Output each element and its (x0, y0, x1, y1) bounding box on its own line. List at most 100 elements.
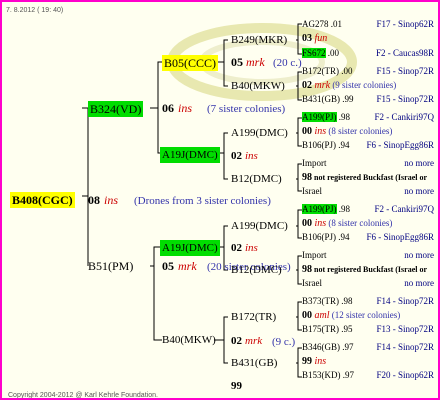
pedigree-frame: 7. 8.2012 ( 19: 40) B408(CGC) 08 ins (Dr… (0, 0, 440, 400)
ancestor-origin: F14 - Sinop72R (376, 342, 434, 352)
ancestor-year: .95 (339, 324, 353, 334)
yr-02-c: 02 (231, 335, 242, 347)
yr-99: 99 (231, 380, 242, 392)
ancestor-mark: mrk (312, 80, 331, 91)
dam-year: 05 (162, 259, 174, 273)
ancestor-year: 98 (302, 264, 312, 275)
dam-id: B51(PM) (88, 259, 134, 273)
ancestor-year: .00 (325, 48, 340, 58)
ancestor-origin: no more (404, 250, 434, 260)
ancestor-note: (8 sister colonies) (326, 218, 393, 228)
ancestor-origin: F2 - Cankiri97Q (374, 112, 435, 122)
ancestor-row: 98 not registered Buckfast (Israel or (302, 263, 436, 276)
ancestor-year: .99 (340, 94, 354, 104)
ancestor-row: Import no more (302, 249, 436, 262)
ancestor-row: B175(TR) .95 F13 - Sinop72R (302, 323, 436, 336)
ancestor-id: B153(KD) (302, 370, 341, 380)
ancestor-row: 00 aml (12 sister colonies) (302, 309, 436, 322)
ancestor-id: Israel (302, 278, 322, 288)
root-ins: ins (104, 193, 119, 207)
ancestor-row: B373(TR) .98 F14 - Sinop72R (302, 295, 436, 308)
ancestor-origin: F15 - Sinop72R (376, 66, 434, 76)
ancestor-note: (9 sister colonies) (330, 80, 397, 90)
sire-sire-mrk: mrk (246, 55, 265, 69)
yr-02-a: 02 (231, 150, 242, 162)
ancestor-origin: no more (404, 158, 434, 168)
ancestor-id: AG278 (302, 19, 329, 29)
ancestor-mark: aml (312, 310, 330, 321)
sire-id: B324(VD) (90, 102, 142, 116)
ancestor-year: 00 (302, 310, 312, 321)
note-02-c: (9 c.) (272, 336, 296, 348)
ancestor-row: B153(KD) .97 F20 - Sinop62R (302, 369, 436, 382)
ancestor-origin: F13 - Sinop72R (376, 324, 434, 334)
ancestor-year: 99 (302, 356, 312, 367)
ancestor-id: B172(TR) (302, 66, 339, 76)
ancestor-id: A199(PJ) (302, 204, 337, 214)
ancestor-note: (12 sister colonies) (329, 310, 401, 320)
ancestor-origin: no more (404, 186, 434, 196)
ancestor-id: B431(GB) (302, 94, 340, 104)
yr-02-b: 02 (231, 242, 242, 254)
ancestor-id: B106(PJ) (302, 232, 337, 242)
sire-sire-id: B05(CCC) (164, 56, 217, 70)
node-b12-a: B12(DMC) (231, 173, 282, 185)
ancestor-note: not registered Buckfast (Israel or (312, 173, 428, 182)
ancestor-row: 00 ins (8 sister colonies) (302, 125, 436, 138)
ancestor-origin: F6 - SinopEgg86R (366, 232, 434, 242)
ancestor-year: 03 (302, 33, 312, 44)
ancestor-id: FS672 (302, 48, 326, 58)
ancestor-year: .98 (336, 204, 351, 214)
dam-mrk: mrk (178, 259, 197, 273)
ancestor-row: A199(PJ) .98 F2 - Cankiri97Q (302, 203, 436, 216)
ancestor-mark: ins (312, 126, 327, 137)
ancestor-row: B172(TR) .00 F15 - Sinop72R (302, 65, 436, 78)
node-b172: B172(TR) (231, 311, 277, 323)
ancestor-row: 99 ins (302, 355, 436, 368)
ancestor-row: Import no more (302, 157, 436, 170)
ancestor-id: Import (302, 250, 327, 260)
ancestor-year: 00 (302, 218, 312, 229)
ancestor-id: Import (302, 158, 327, 168)
ancestor-row: 03 fun (302, 32, 436, 45)
ancestor-year: 02 (302, 80, 312, 91)
sire-sire-year: 05 (231, 55, 243, 69)
ancestor-year: .01 (328, 19, 342, 29)
node-b431: B431(GB) (231, 357, 278, 369)
ancestor-origin: F20 - Sinop62R (376, 370, 434, 380)
ancestor-mark: fun (312, 33, 328, 44)
date-stamp: 7. 8.2012 ( 19: 40) (6, 7, 64, 14)
ancestor-row: B106(PJ) .94 F6 - SinopEgg86R (302, 231, 436, 244)
sire-sire-note: (20 c.) (273, 57, 302, 69)
sire-sire-box: B05(CCC) (162, 55, 219, 71)
ancestor-row: Israel no more (302, 277, 436, 290)
root-queen-box: B408(CGC) (10, 192, 75, 208)
ancestor-mark: ins (312, 218, 327, 229)
ancestor-origin: F2 - Caucas98R (376, 48, 434, 58)
ancestor-origin: F6 - SinopEgg86R (366, 140, 434, 150)
ancestor-year: .94 (336, 140, 350, 150)
ancestor-mark: ins (312, 356, 327, 367)
ancestor-year: .94 (336, 232, 350, 242)
copyright: Copyright 2004-2012 @ Karl Kehrle Founda… (8, 392, 158, 399)
ancestor-row: 02 mrk (9 sister colonies) (302, 79, 436, 92)
ancestor-origin: no more (404, 278, 434, 288)
ancestor-row: AG278 .01 F17 - Sinop62R (302, 18, 436, 31)
sire-note: (7 sister colonies) (207, 103, 286, 115)
ancestor-year: .98 (336, 112, 351, 122)
ancestor-row: Israel no more (302, 185, 436, 198)
ancestor-year: .97 (340, 342, 354, 352)
ancestor-row: B346(GB) .97 F14 - Sinop72R (302, 341, 436, 354)
ins-02-b: ins (245, 242, 258, 254)
ancestor-row: B431(GB) .99 F15 - Sinop72R (302, 93, 436, 106)
ancestor-id: B373(TR) (302, 296, 339, 306)
ins-02-a: ins (245, 150, 258, 162)
sire-ins: ins (178, 101, 193, 115)
ancestor-id: B175(TR) (302, 324, 339, 334)
ancestor-row: A199(PJ) .98 F2 - Cankiri97Q (302, 111, 436, 124)
root-year: 08 (88, 193, 100, 207)
dam-sire-id: A19J(DMC) (162, 242, 218, 254)
ancestor-row: 00 ins (8 sister colonies) (302, 217, 436, 230)
root-queen-id: B408(CGC) (12, 193, 73, 207)
ancestor-year: .98 (339, 296, 353, 306)
